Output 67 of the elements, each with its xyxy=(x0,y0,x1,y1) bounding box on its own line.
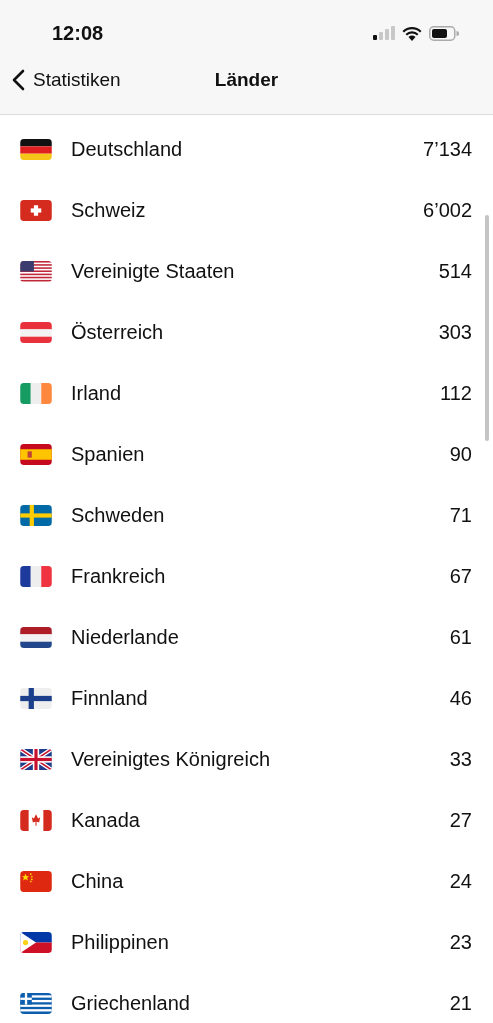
country-name: Kanada xyxy=(71,809,141,832)
country-count: 90 xyxy=(449,443,472,466)
country-row[interactable]: Vereinigtes Königreich 33 xyxy=(0,729,493,790)
country-count: 6’002 xyxy=(423,199,472,222)
country-row[interactable]: Finnland 46 xyxy=(0,668,493,729)
country-row[interactable]: China 24 xyxy=(0,851,493,912)
flag-icon xyxy=(20,322,52,343)
country-row[interactable]: Irland 112 xyxy=(0,363,493,424)
country-row[interactable]: Österreich 303 xyxy=(0,302,493,363)
country-name: Schweiz xyxy=(71,199,147,222)
flag-icon xyxy=(20,749,52,770)
country-name: Schweden xyxy=(71,504,166,527)
country-row[interactable]: Frankreich 67 xyxy=(0,546,493,607)
country-count: 514 xyxy=(438,260,472,283)
country-count: 61 xyxy=(449,626,472,649)
flag-icon xyxy=(20,200,52,221)
screen-title: Länder xyxy=(213,69,280,91)
flag-icon xyxy=(20,261,52,282)
country-count: 112 xyxy=(440,382,472,405)
flag-icon xyxy=(20,444,52,465)
country-row[interactable]: Griechenland 21 xyxy=(0,973,493,1023)
country-name: Deutschland xyxy=(71,138,184,161)
country-count: 303 xyxy=(438,321,472,344)
flag-icon xyxy=(20,993,52,1014)
flag-icon xyxy=(20,139,52,160)
flag-icon xyxy=(20,505,52,526)
country-row[interactable]: Vereinigte Staaten 514 xyxy=(0,241,493,302)
country-name: Griechenland xyxy=(71,992,191,1015)
country-count: 46 xyxy=(449,687,472,710)
flag-icon xyxy=(20,566,52,587)
flag-icon xyxy=(20,810,52,831)
status-time: 12:08 xyxy=(52,21,104,45)
country-row[interactable]: Schweden 71 xyxy=(0,485,493,546)
country-name: Frankreich xyxy=(71,565,167,588)
signal-icon xyxy=(373,26,395,40)
country-count: 67 xyxy=(449,565,472,588)
wifi-icon xyxy=(402,25,422,41)
country-count: 71 xyxy=(449,504,472,527)
country-count: 7’134 xyxy=(423,138,472,161)
country-name: Spanien xyxy=(71,443,146,466)
country-name: China xyxy=(71,870,125,893)
chevron-icon xyxy=(12,69,25,91)
flag-icon xyxy=(20,932,52,953)
battery-icon xyxy=(429,25,459,41)
country-row[interactable]: Spanien 90 xyxy=(0,424,493,485)
country-count: 21 xyxy=(449,992,472,1015)
back-button[interactable]: Statistiken xyxy=(12,69,121,91)
country-row[interactable]: Philippinen 23 xyxy=(0,912,493,973)
country-count: 33 xyxy=(449,748,472,771)
country-row[interactable]: Deutschland 7’134 xyxy=(0,119,493,180)
country-name: Österreich xyxy=(71,321,165,344)
country-count: 24 xyxy=(449,870,472,893)
flag-icon xyxy=(20,688,52,709)
country-name: Irland xyxy=(71,382,123,405)
country-count: 23 xyxy=(449,931,472,954)
country-name: Niederlande xyxy=(71,626,180,649)
country-row[interactable]: Schweiz 6’002 xyxy=(0,180,493,241)
country-name: Philippinen xyxy=(71,931,170,954)
flag-icon xyxy=(20,627,52,648)
country-row[interactable]: Niederlande 61 xyxy=(0,607,493,668)
country-row[interactable]: Kanada 27 xyxy=(0,790,493,851)
flag-icon xyxy=(20,871,52,892)
country-count: 27 xyxy=(449,809,472,832)
country-name: Finnland xyxy=(71,687,149,710)
country-name: Vereinigtes Königreich xyxy=(71,748,271,771)
flag-icon xyxy=(20,383,52,404)
country-name: Vereinigte Staaten xyxy=(71,260,236,283)
